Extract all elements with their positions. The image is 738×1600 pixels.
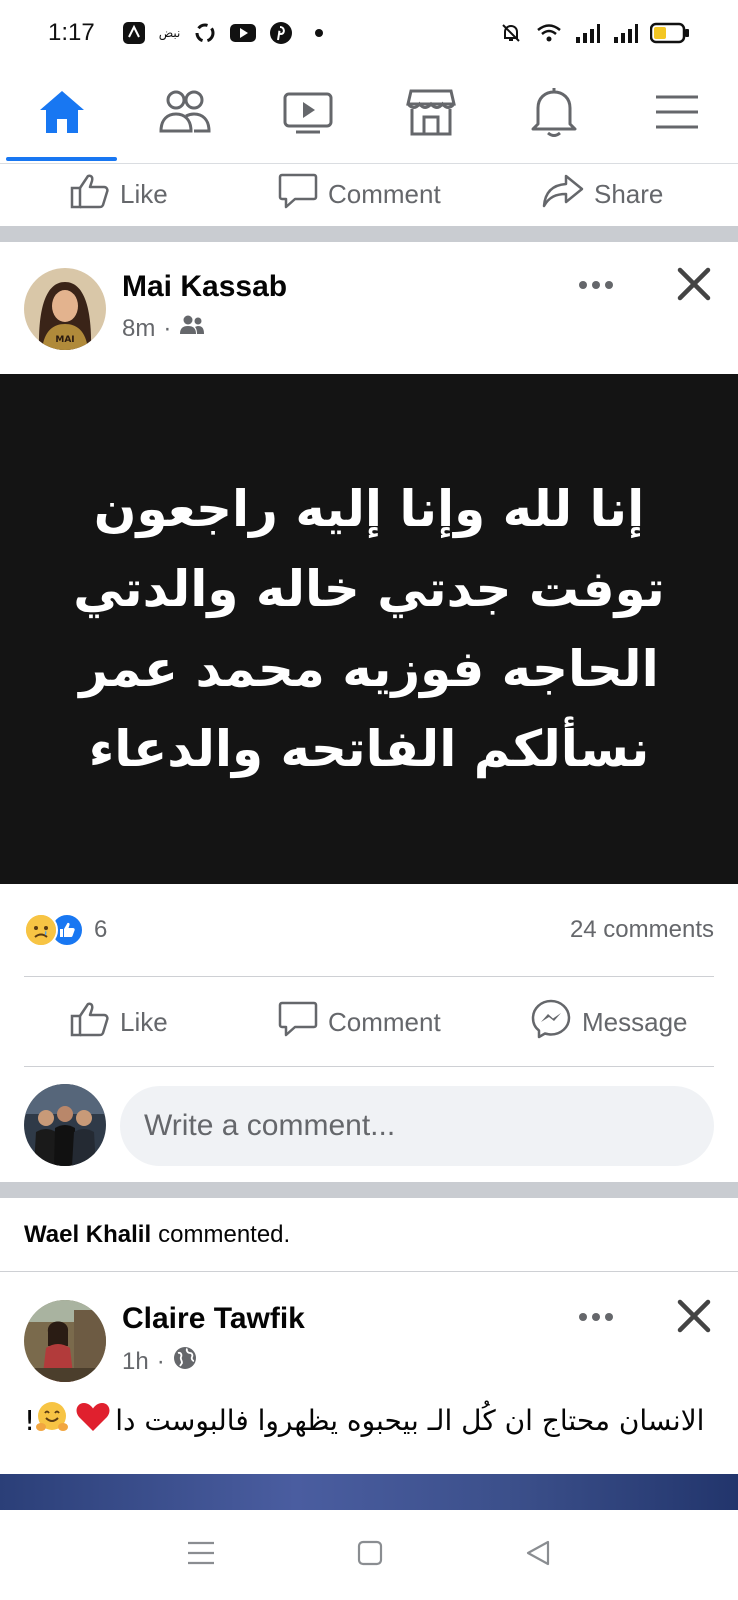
feed-divider [0,1182,738,1198]
home-icon [37,88,87,141]
tab-notifications[interactable] [492,66,615,163]
post-text-end: ! [24,1404,36,1437]
tab-menu[interactable] [615,66,738,163]
image-text-line: الحاجه فوزيه محمد عمر [79,640,659,698]
home-square-icon[interactable] [356,1539,384,1572]
divider [24,1066,714,1067]
like-button[interactable]: Like [70,1001,168,1044]
youtube-icon [230,20,257,46]
status-time: 1:17 [48,19,95,46]
system-navigation-bar [0,1510,738,1600]
tab-marketplace[interactable] [369,66,492,163]
post-image[interactable]: إنا لله وإنا إليه راجعون توفت جدتي خاله … [0,374,738,884]
like-label: Like [120,1006,168,1037]
comment-input[interactable]: Write a comment... [120,1086,714,1166]
share-icon [542,173,584,216]
post-author[interactable]: Mai Kassab [122,270,287,304]
hamburger-icon [654,92,700,137]
signal-icon [612,20,638,46]
globe-icon [173,1346,197,1377]
more-options-button[interactable] [574,270,618,300]
video-icon [282,88,334,141]
marketplace-icon [405,87,457,142]
post-text: الانسان محتاج ان كُل الـ بيحبوه يظهروا ف… [24,1400,714,1441]
message-button[interactable]: Message [530,998,688,1047]
reactions-summary: 6 24 comments [0,896,738,964]
comment-button[interactable]: Comment [278,172,441,217]
back-icon[interactable] [524,1539,552,1572]
dot-icon [306,20,332,46]
post-image[interactable] [0,1474,738,1510]
post-meta: 1h · [122,1346,197,1377]
battery-icon [650,20,690,46]
avatar[interactable]: MAI [24,268,106,350]
wifi-icon [536,20,562,46]
tab-friends[interactable] [123,66,246,163]
signal-icon [574,20,600,46]
share-label: Share [594,178,664,209]
like-label: Like [120,178,168,209]
menu-icon[interactable] [186,1540,216,1571]
heart-emoji-icon [75,1401,111,1440]
post-author[interactable]: Claire Tawfik [122,1302,305,1336]
comment-button[interactable]: Comment [278,1000,441,1045]
comment-icon [278,1000,318,1045]
divider [24,976,714,977]
post-header: MAI Mai Kassab 8m · [0,242,738,370]
status-right-icons [498,20,690,46]
image-text-line: إنا لله وإنا إليه راجعون [93,480,645,538]
image-text-line: توفت جدتي خاله والدتي [73,560,665,618]
friends-icon [179,314,205,343]
meta-separator: · [163,314,172,342]
avatar[interactable] [24,1084,106,1166]
thumbs-up-icon [70,173,110,216]
post-text-content: الانسان محتاج ان كُل الـ بيحبوه يظهروا ف… [115,1404,705,1437]
post-actions: Like Comment Message [0,990,738,1054]
reaction-count[interactable]: 6 [94,916,107,944]
feed-divider [0,226,738,242]
comment-icon [278,172,318,217]
image-text-line: نسألكم الفاتحه والدعاء [88,720,650,778]
comments-count[interactable]: 24 comments [570,916,714,944]
post-time: 8m [122,314,156,342]
svg-text:MAI: MAI [55,335,74,345]
mute-icon [498,20,524,46]
hugging-emoji-icon [35,1400,69,1441]
tab-watch[interactable] [246,66,369,163]
status-left-icons: نبض [121,20,333,46]
pinterest-icon [268,20,294,46]
close-icon[interactable] [672,262,716,306]
close-icon[interactable] [672,1294,716,1338]
messenger-icon [530,998,572,1047]
activity-header: Wael Khalil commented. [0,1198,738,1272]
bell-icon [530,86,578,143]
post-header: Claire Tawfik 1h · [0,1272,738,1400]
comment-label: Comment [328,1006,441,1037]
avatar[interactable] [24,1300,106,1382]
sad-reaction-icon [24,913,58,947]
recycle-icon [192,20,218,46]
post-meta: 8m · [122,314,205,343]
status-bar: 1:17 نبض [0,0,738,66]
app-logo-icon [121,20,147,46]
top-navigation [0,66,738,164]
like-button[interactable]: Like [70,173,168,216]
reaction-icons[interactable] [24,913,84,947]
post-time: 1h [122,1347,149,1375]
friends-icon [158,89,212,140]
thumbs-up-icon [70,1001,110,1044]
activity-action: commented. [158,1220,291,1248]
more-options-button[interactable] [574,1302,618,1332]
message-label: Message [582,1006,688,1037]
comment-label: Comment [328,178,441,209]
carrier-text: نبض [158,26,181,40]
activity-name[interactable]: Wael Khalil [24,1221,151,1249]
comment-composer: Write a comment... [0,1082,738,1168]
meta-separator: · [156,1347,165,1375]
tab-home[interactable] [0,66,123,163]
previous-post-actions: Like Comment Share [0,164,738,224]
share-button[interactable]: Share [542,173,663,216]
